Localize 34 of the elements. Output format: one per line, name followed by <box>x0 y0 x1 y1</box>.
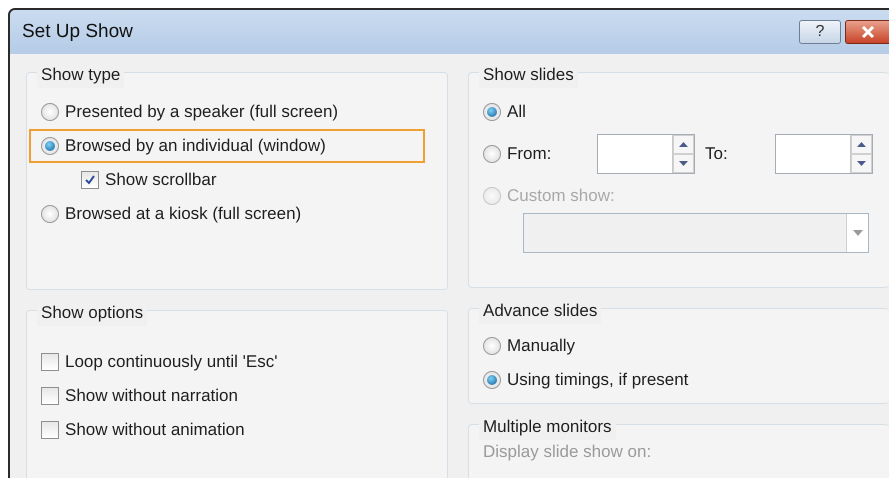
option-label: Show scrollbar <box>105 169 216 192</box>
option-label: Browsed at a kiosk (full screen) <box>65 203 302 226</box>
option-label: From: <box>507 143 552 166</box>
radio-button[interactable] <box>41 103 59 121</box>
checkbox[interactable] <box>81 171 99 189</box>
radio-button[interactable] <box>41 205 59 223</box>
radio-button[interactable] <box>483 337 501 355</box>
custom-show-dropdown[interactable] <box>523 213 869 253</box>
close-button[interactable] <box>845 20 889 44</box>
option-label: Presented by a speaker (full screen) <box>65 101 338 124</box>
dropdown-caret-icon <box>852 230 862 236</box>
option-label: Using timings, if present <box>507 369 688 392</box>
radio-button[interactable] <box>483 371 501 389</box>
checkbox[interactable] <box>41 421 59 439</box>
to-spinner[interactable] <box>775 134 873 174</box>
checkbox[interactable] <box>41 387 59 405</box>
radio-button[interactable] <box>483 145 501 163</box>
option-label: Show without animation <box>65 419 245 442</box>
radio-button[interactable] <box>41 137 59 155</box>
display-label: Display slide show on: <box>483 442 652 461</box>
option-label: Browsed by an individual (window) <box>65 135 326 158</box>
to-label: To: <box>705 143 729 166</box>
option-label: Loop continuously until 'Esc' <box>65 351 278 374</box>
window-title: Set Up Show <box>22 20 133 44</box>
from-spinner[interactable] <box>597 134 695 174</box>
checkbox[interactable] <box>41 353 59 371</box>
option-label: Manually <box>507 335 576 358</box>
close-icon <box>860 26 874 38</box>
option-label: Custom show: <box>507 185 615 208</box>
check-icon <box>84 174 96 186</box>
help-button[interactable]: ? <box>799 20 841 44</box>
radio-button[interactable] <box>483 103 501 121</box>
option-label: All <box>507 101 526 124</box>
option-label: Show without narration <box>65 385 238 408</box>
